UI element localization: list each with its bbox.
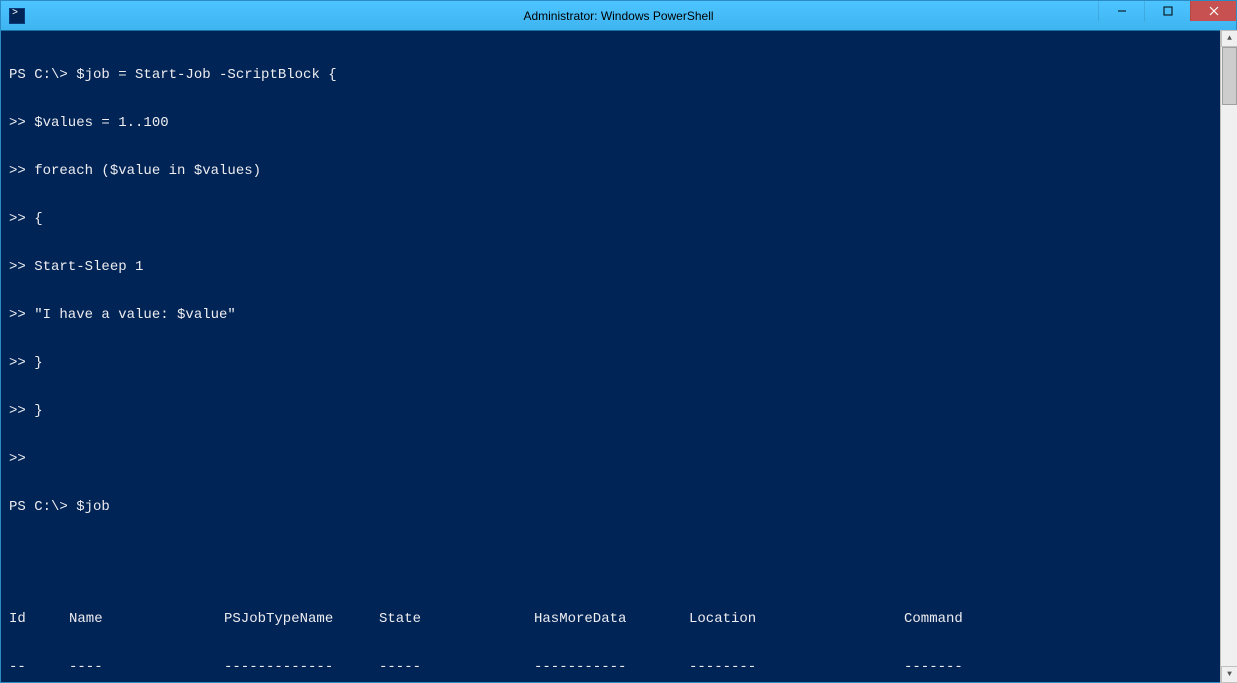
col-type: PSJobTypeName [224, 611, 379, 627]
window-title: Administrator: Windows PowerShell [523, 9, 713, 23]
col-location: Location [689, 611, 904, 627]
console-line: >> { [9, 211, 1228, 227]
titlebar[interactable]: Administrator: Windows PowerShell [1, 1, 1236, 31]
window-controls [1098, 1, 1236, 23]
console-line: >> "I have a value: $value" [9, 307, 1228, 323]
col-name: Name [69, 611, 224, 627]
col-command: Command [904, 611, 963, 627]
scrollbar-thumb[interactable] [1222, 47, 1237, 105]
console-output[interactable]: PS C:\> $job = Start-Job -ScriptBlock { … [1, 31, 1236, 682]
console-line: >> } [9, 355, 1228, 371]
col-hasmoredata: HasMoreData [534, 611, 689, 627]
scroll-up-button[interactable]: ▲ [1221, 30, 1237, 47]
blank-line [9, 547, 1228, 563]
console-line: >> $values = 1..100 [9, 115, 1228, 131]
table-header-row: Id Name PSJobTypeName State HasMoreData … [9, 611, 1228, 627]
vertical-scrollbar[interactable]: ▲ ▼ [1220, 30, 1237, 683]
console-line: >> [9, 451, 1228, 467]
console-line: PS C:\> $job [9, 499, 1228, 515]
scroll-down-button[interactable]: ▼ [1221, 666, 1237, 683]
powershell-icon [9, 8, 25, 24]
console-line: >> Start-Sleep 1 [9, 259, 1228, 275]
console-line: >> foreach ($value in $values) [9, 163, 1228, 179]
table-dash-row: -- ---- ------------- ----- ----------- … [9, 659, 1228, 675]
console-line: >> } [9, 403, 1228, 419]
minimize-button[interactable] [1098, 1, 1144, 21]
maximize-button[interactable] [1144, 1, 1190, 21]
col-state: State [379, 611, 534, 627]
close-button[interactable] [1190, 1, 1236, 21]
console-line: PS C:\> $job = Start-Job -ScriptBlock { [9, 67, 1228, 83]
col-id: Id [9, 611, 69, 627]
